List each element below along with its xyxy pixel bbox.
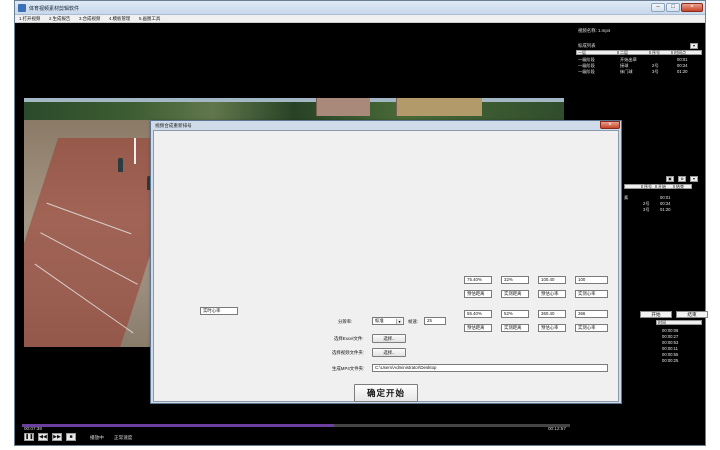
list-cell[interactable]: 抹门球 [620,69,633,75]
choose-video-folder-button[interactable]: 选择.. [372,348,406,357]
status-playing: 播放中 [90,435,104,440]
title-bar[interactable]: 体育视频素材剪辑软件 – □ × [15,1,705,15]
video-building [396,98,482,116]
resolution-select[interactable]: 标准 ▾ [372,317,404,325]
col-header[interactable]: 时间 [656,320,702,325]
list-cell[interactable]: 00:00:08 [662,328,678,333]
value-field[interactable]: 75.40% [464,276,492,284]
value-field[interactable]: 100.40 [538,276,566,284]
video-folder-label: 选择视频文件夹: [332,350,364,355]
pause-button[interactable]: ❚❚ [24,433,34,441]
heart-rate-field[interactable]: 实时心率 [200,307,238,315]
col-header[interactable]: 序号 [650,50,672,55]
list-cell[interactable]: 00:00:53 [662,340,678,345]
list-cell[interactable]: 3号 [643,207,650,213]
resolution-label: 分辨率: [338,319,353,324]
list-cell[interactable]: 01:20 [677,69,687,74]
resolution-value: 标准 [375,318,384,323]
col-header[interactable]: 一层 [576,50,618,55]
list-cell[interactable]: 00:24 [660,201,670,206]
list-cell[interactable]: 00:01 [677,57,687,62]
video-name-label: 视频名称: 1.mp4 [578,28,611,33]
chevron-down-icon[interactable]: ▾ [396,319,402,324]
col-header[interactable]: 二层 [618,50,650,55]
compose-dialog: 视频合成重新排号 × 实时心率 75.40% 32% 100.40 100 预估… [150,120,622,404]
menu-bar: 1.打开视频 2.生成报告 3.合成视频 4.模板管理 5.画图工具 [15,15,705,23]
col-header[interactable]: 开始 [656,184,674,189]
timeline-slider[interactable] [22,424,570,427]
list-cell[interactable]: 01:20 [660,207,670,212]
window-title: 体育视频素材剪辑软件 [29,6,80,12]
label-field[interactable]: 预估心率 [538,290,566,298]
dialog-close-button[interactable]: × [600,121,620,129]
rewind-button[interactable]: ◀◀ [38,433,48,441]
video-person [118,158,123,172]
value-field[interactable]: 100 [575,276,608,284]
label-field[interactable]: 预估距离 [464,324,492,332]
menu-draw-tool[interactable]: 5.画图工具 [139,16,160,22]
list-cell[interactable]: 00:00:55 [662,352,678,357]
mark-list[interactable]: 一层 二层 序号 时间点 一级阶段 开始出章 00:01 一级阶段 接球 2号 … [576,50,702,86]
timeline-progress [22,424,335,427]
video-building [316,98,370,116]
label-field[interactable]: 实测心率 [575,324,608,332]
framerate-input[interactable]: 25 [424,317,446,325]
dropdown-button[interactable]: ▾ [690,43,698,49]
start-button[interactable]: 开始 [640,311,672,318]
menu-template-manage[interactable]: 4.模板管理 [109,16,130,22]
col-header[interactable] [624,184,642,189]
output-folder-label: 生成MP4文件夹: [332,366,365,371]
label-field[interactable]: 实测心率 [575,290,608,298]
list-cell[interactable]: 3号 [652,69,659,75]
col-header[interactable]: 序号 [642,184,656,189]
video-pole [134,138,136,164]
list-cell[interactable]: 一级阶段 [578,69,595,75]
list-cell[interactable]: 素 [624,195,628,201]
label-field[interactable]: 实测距离 [501,324,529,332]
app-icon [18,4,26,12]
col-header[interactable]: 结束 [674,184,692,189]
list-cell[interactable]: 00:00:27 [662,334,678,339]
value-field[interactable]: 52% [501,310,529,318]
status-speed: 正常速度 [114,435,133,440]
value-field[interactable]: 32% [501,276,529,284]
value-field[interactable]: 55.40% [464,310,492,318]
choose-excel-button[interactable]: 选择.. [372,334,406,343]
menu-generate-report[interactable]: 2.生成报告 [49,16,70,22]
menu-open-video[interactable]: 1.打开视频 [19,16,40,22]
stop-button[interactable]: ■ [66,433,76,441]
end-button[interactable]: 结束 [676,311,708,318]
fast-forward-button[interactable]: ▶▶ [52,433,62,441]
label-field[interactable]: 预估心率 [538,324,566,332]
excel-label: 选择Excel文件: [334,336,364,341]
dialog-body: 实时心率 75.40% 32% 100.40 100 预估距离 实测距离 预估心… [153,130,619,402]
list-cell[interactable]: 00:00:11 [662,346,678,351]
output-path-field[interactable]: C:\Users\Administrator\Desktop [372,364,608,372]
minimize-button[interactable]: – [651,3,665,12]
close-button[interactable]: × [681,3,703,12]
delete-icon[interactable]: ⊗ [678,176,686,182]
col-header[interactable]: 时间点 [672,50,702,55]
label-field[interactable]: 预估距离 [464,290,492,298]
framerate-label: 帧速: [408,319,419,324]
label-field[interactable]: 实测距离 [501,290,529,298]
video-trees [24,102,564,122]
value-field[interactable]: 360.40 [538,310,566,318]
dropdown-button[interactable]: ▾ [690,176,698,182]
dialog-title: 视频合成重新排号 [155,123,192,128]
save-icon[interactable]: ▣ [666,176,674,182]
value-field[interactable]: 366 [575,310,608,318]
menu-compose-video[interactable]: 3.合成视频 [79,16,100,22]
mark-list-label: 标成列表 [578,43,596,48]
list-cell[interactable]: 00:00:25 [662,358,678,363]
maximize-button[interactable]: □ [666,3,680,12]
confirm-start-button[interactable]: 确定开始 [354,384,418,402]
list-cell[interactable]: 00:01 [660,195,670,200]
list-cell[interactable]: 00:24 [677,63,687,68]
